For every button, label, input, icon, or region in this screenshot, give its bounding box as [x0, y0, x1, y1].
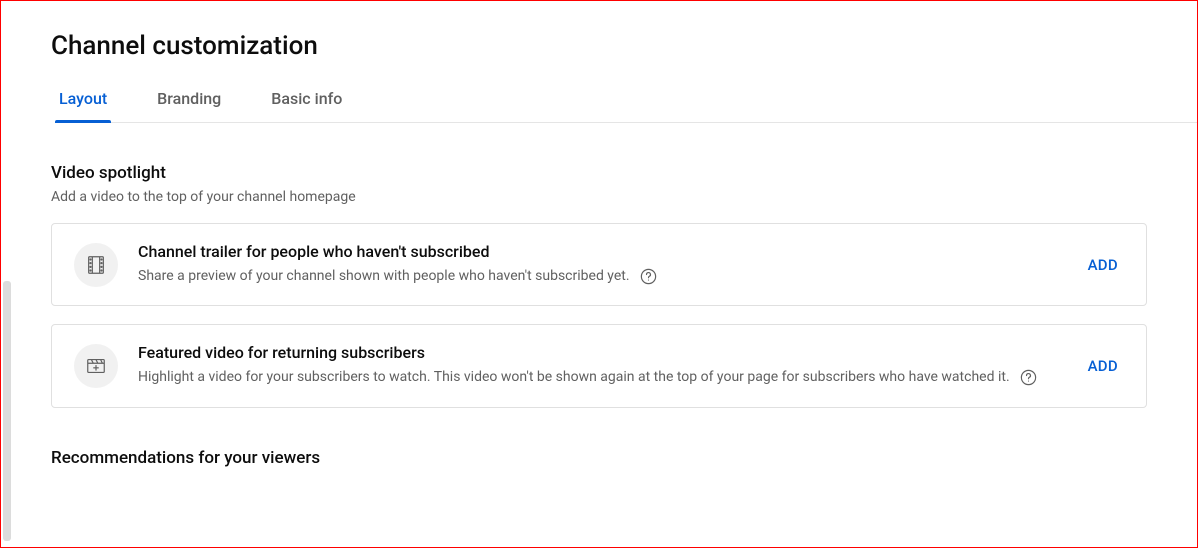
page-title: Channel customization [51, 31, 1147, 61]
tabs-bar: Layout Branding Basic info [59, 89, 1197, 123]
card-featured-video: Featured video for returning subscribers… [51, 324, 1147, 407]
card-desc: Share a preview of your channel shown wi… [138, 265, 1062, 287]
clapperboard-icon [74, 344, 118, 388]
add-button[interactable]: ADD [1082, 353, 1124, 379]
tab-layout[interactable]: Layout [59, 89, 107, 122]
card-title: Channel trailer for people who haven't s… [138, 242, 1062, 261]
card-title: Featured video for returning subscribers [138, 343, 1062, 362]
card-desc: Highlight a video for your subscribers t… [138, 366, 1062, 388]
section-desc-video-spotlight: Add a video to the top of your channel h… [51, 189, 1147, 205]
section-title-video-spotlight: Video spotlight [51, 163, 1147, 183]
scrollbar-indicator [3, 281, 11, 541]
tab-branding[interactable]: Branding [157, 89, 221, 122]
help-icon[interactable] [1019, 368, 1038, 387]
section-title-recommendations: Recommendations for your viewers [51, 448, 1147, 468]
video-spotlight-section: Video spotlight Add a video to the top o… [51, 163, 1147, 408]
help-icon[interactable] [639, 267, 658, 286]
tab-basic-info[interactable]: Basic info [271, 89, 342, 122]
add-button[interactable]: ADD [1082, 252, 1124, 278]
card-channel-trailer: Channel trailer for people who haven't s… [51, 223, 1147, 306]
recommendations-section: Recommendations for your viewers [51, 448, 1147, 468]
film-strip-icon [74, 243, 118, 287]
